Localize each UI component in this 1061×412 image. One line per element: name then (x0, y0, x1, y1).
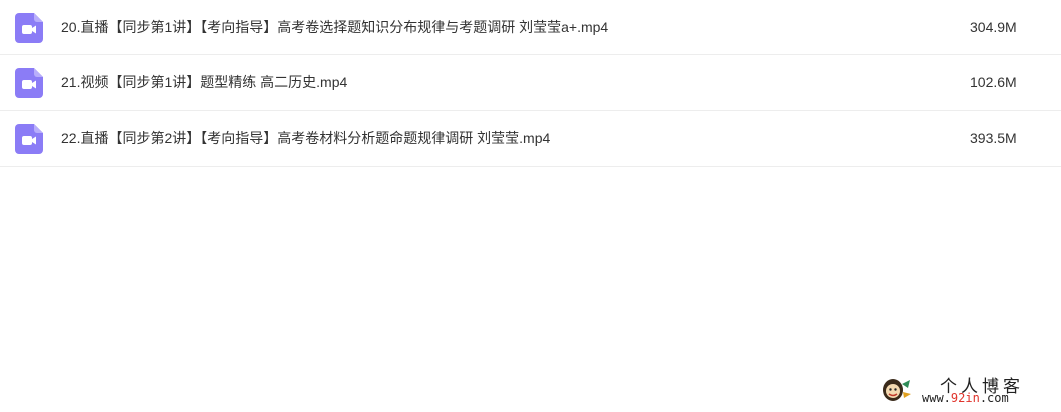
watermark-url-suffix: .com (979, 391, 1009, 405)
file-size: 393.5M (970, 130, 1017, 146)
video-file-icon (15, 13, 43, 43)
file-name[interactable]: 21.视频【同步第1讲】题型精练 高二历史.mp4 (61, 72, 347, 92)
file-list: 20.直播【同步第1讲】【考向指导】高考卷选择题知识分布规律与考题调研 刘莹莹a… (0, 0, 1061, 167)
file-name[interactable]: 22.直播【同步第2讲】【考向指导】高考卷材料分析题命题规律调研 刘莹莹.mp4 (61, 128, 550, 148)
file-row[interactable]: 22.直播【同步第2讲】【考向指导】高考卷材料分析题命题规律调研 刘莹莹.mp4… (0, 111, 1061, 167)
file-row[interactable]: 20.直播【同步第1讲】【考向指导】高考卷选择题知识分布规律与考题调研 刘莹莹a… (0, 0, 1061, 55)
file-name[interactable]: 20.直播【同步第1讲】【考向指导】高考卷选择题知识分布规律与考题调研 刘莹莹a… (61, 17, 608, 37)
file-size: 102.6M (970, 74, 1017, 90)
file-row[interactable]: 21.视频【同步第1讲】题型精练 高二历史.mp4 102.6M (0, 55, 1061, 111)
video-file-icon (15, 124, 43, 154)
video-file-icon (15, 68, 43, 98)
file-size: 304.9M (970, 19, 1017, 35)
watermark: 个人博客 www.92in.com (880, 370, 1050, 406)
watermark-url: www.92in.com (922, 391, 1009, 405)
watermark-url-accent: 92in (950, 391, 980, 405)
cartoon-mascot-icon (880, 374, 914, 404)
watermark-url-prefix: www. (922, 391, 951, 405)
